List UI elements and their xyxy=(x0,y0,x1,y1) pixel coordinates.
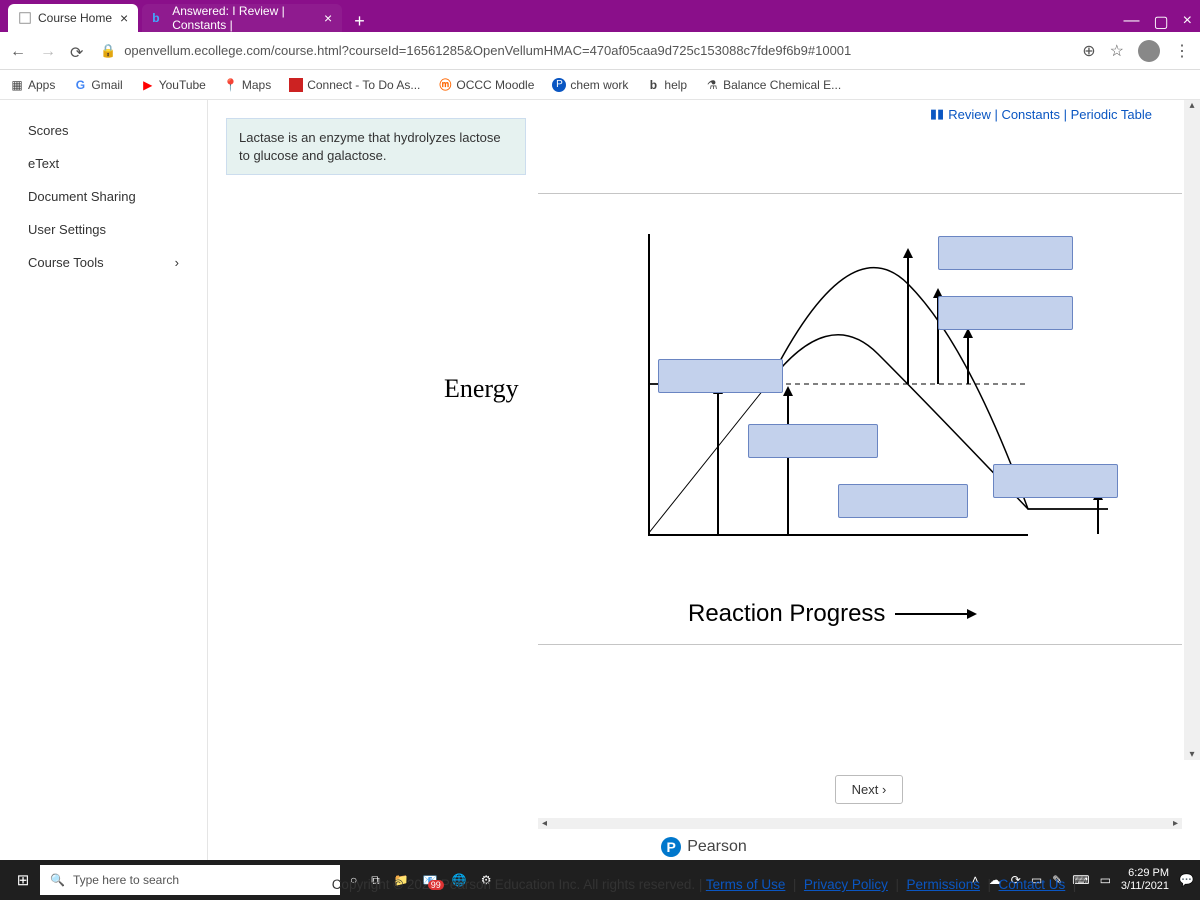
forward-icon[interactable]: → xyxy=(40,43,56,59)
link-terms[interactable]: Terms of Use xyxy=(706,877,786,892)
x-axis xyxy=(648,534,1028,536)
course-sidebar: Scores eText Document Sharing User Setti… xyxy=(0,100,208,860)
link-privacy[interactable]: Privacy Policy xyxy=(804,877,888,892)
drag-slot[interactable] xyxy=(658,359,783,393)
url-input[interactable]: 🔒 openvellum.ecollege.com/course.html?co… xyxy=(100,43,1068,59)
drag-slot[interactable] xyxy=(748,424,878,458)
connect-icon xyxy=(289,78,303,92)
bookmark-help[interactable]: bhelp xyxy=(646,78,687,92)
close-icon[interactable]: × xyxy=(324,10,332,26)
moodle-icon: ⓜ xyxy=(438,78,452,92)
bookmarks-bar: ▦Apps GGmail ▶YouTube 📍Maps Connect - To… xyxy=(0,70,1200,100)
sidebar-item-etext[interactable]: eText xyxy=(0,147,207,180)
drag-slot[interactable] xyxy=(838,484,968,518)
bookmark-chemwork[interactable]: Pchem work xyxy=(552,78,628,92)
page-body: Scores eText Document Sharing User Setti… xyxy=(0,100,1200,860)
tab-label: Course Home xyxy=(38,11,112,25)
address-bar: ← → ⟳ 🔒 openvellum.ecollege.com/course.h… xyxy=(0,32,1200,70)
minimize-icon[interactable]: — xyxy=(1124,12,1140,32)
reload-icon[interactable]: ⟳ xyxy=(70,43,86,59)
window-controls: — ▢ × xyxy=(1124,12,1192,32)
tab-bartleby[interactable]: b Answered: I Review | Constants | × xyxy=(142,4,342,32)
profile-icon[interactable] xyxy=(1138,40,1160,62)
next-button[interactable]: Next › xyxy=(835,775,904,804)
link-permissions[interactable]: Permissions xyxy=(906,877,980,892)
apps-button[interactable]: ▦Apps xyxy=(10,78,55,92)
sidebar-item-coursetools[interactable]: Course Tools› xyxy=(0,246,207,279)
drag-slot[interactable] xyxy=(993,464,1118,498)
start-button[interactable]: ⊞ xyxy=(6,871,40,889)
bookmark-maps[interactable]: 📍Maps xyxy=(224,78,271,92)
drag-slot[interactable] xyxy=(938,296,1073,330)
divider xyxy=(538,644,1182,645)
pause-icon: ▮▮ xyxy=(930,106,944,122)
lock-icon: 🔒 xyxy=(100,43,116,59)
bookmark-balance[interactable]: ⚗Balance Chemical E... xyxy=(705,78,841,92)
bookmark-gmail[interactable]: GGmail xyxy=(73,78,122,92)
horizontal-scrollbar[interactable]: ◂▸ xyxy=(538,818,1182,829)
menu-icon[interactable]: ⋮ xyxy=(1174,41,1190,61)
url-text: openvellum.ecollege.com/course.html?cour… xyxy=(124,43,851,58)
pearson-logo-icon: P xyxy=(661,837,681,857)
bookmark-moodle[interactable]: ⓜOCCC Moodle xyxy=(438,78,534,92)
bartleby-icon: b xyxy=(152,11,166,25)
back-icon[interactable]: ← xyxy=(10,43,26,59)
main-content: ▴▾ ▮▮ Review | Constants | Periodic Tabl… xyxy=(208,100,1200,860)
new-tab-button[interactable]: + xyxy=(346,11,373,32)
pearson-icon: P xyxy=(552,78,566,92)
tab-label: Answered: I Review | Constants | xyxy=(172,4,316,32)
arrow-right-icon xyxy=(895,613,975,615)
bartleby-icon: b xyxy=(646,78,660,92)
star-icon[interactable]: ☆ xyxy=(1110,41,1124,61)
sidebar-item-scores[interactable]: Scores xyxy=(0,114,207,147)
flask-icon: ⚗ xyxy=(705,78,719,92)
apps-icon: ▦ xyxy=(10,78,24,92)
youtube-icon: ▶ xyxy=(141,78,155,92)
chevron-right-icon: › xyxy=(882,782,886,797)
top-reference-links[interactable]: ▮▮ Review | Constants | Periodic Table xyxy=(930,106,1152,122)
pearson-brand: P Pearson xyxy=(208,837,1200,857)
search-icon: 🔍 xyxy=(50,873,65,887)
x-axis-label: Reaction Progress xyxy=(688,600,975,628)
maps-icon: 📍 xyxy=(224,78,238,92)
sidebar-item-docsharing[interactable]: Document Sharing xyxy=(0,180,207,213)
y-axis-label: Energy xyxy=(444,374,519,404)
footer-legal: Copyright © 2021 Pearson Education Inc. … xyxy=(208,877,1200,892)
zoom-icon[interactable]: ⊕ xyxy=(1082,41,1095,61)
question-hint: Lactase is an enzyme that hydrolyzes lac… xyxy=(226,118,526,175)
bookmark-connect[interactable]: Connect - To Do As... xyxy=(289,78,420,92)
maximize-icon[interactable]: ▢ xyxy=(1154,12,1169,32)
mail-icon[interactable]: 📧99 xyxy=(423,873,438,887)
drag-slot[interactable] xyxy=(938,236,1073,270)
close-window-icon[interactable]: × xyxy=(1183,12,1192,32)
chevron-right-icon: › xyxy=(175,255,179,270)
bookmark-youtube[interactable]: ▶YouTube xyxy=(141,78,206,92)
sidebar-item-settings[interactable]: User Settings xyxy=(0,213,207,246)
tab-course-home[interactable]: Course Home × xyxy=(8,4,138,32)
close-icon[interactable]: × xyxy=(120,10,128,26)
vertical-scrollbar[interactable]: ▴▾ xyxy=(1184,100,1200,760)
link-contact[interactable]: Contact Us xyxy=(999,877,1066,892)
browser-title-bar: Course Home × b Answered: I Review | Con… xyxy=(0,0,1200,32)
google-icon: G xyxy=(73,78,87,92)
energy-diagram: Energy xyxy=(538,193,1182,584)
tab-icon xyxy=(18,11,32,25)
